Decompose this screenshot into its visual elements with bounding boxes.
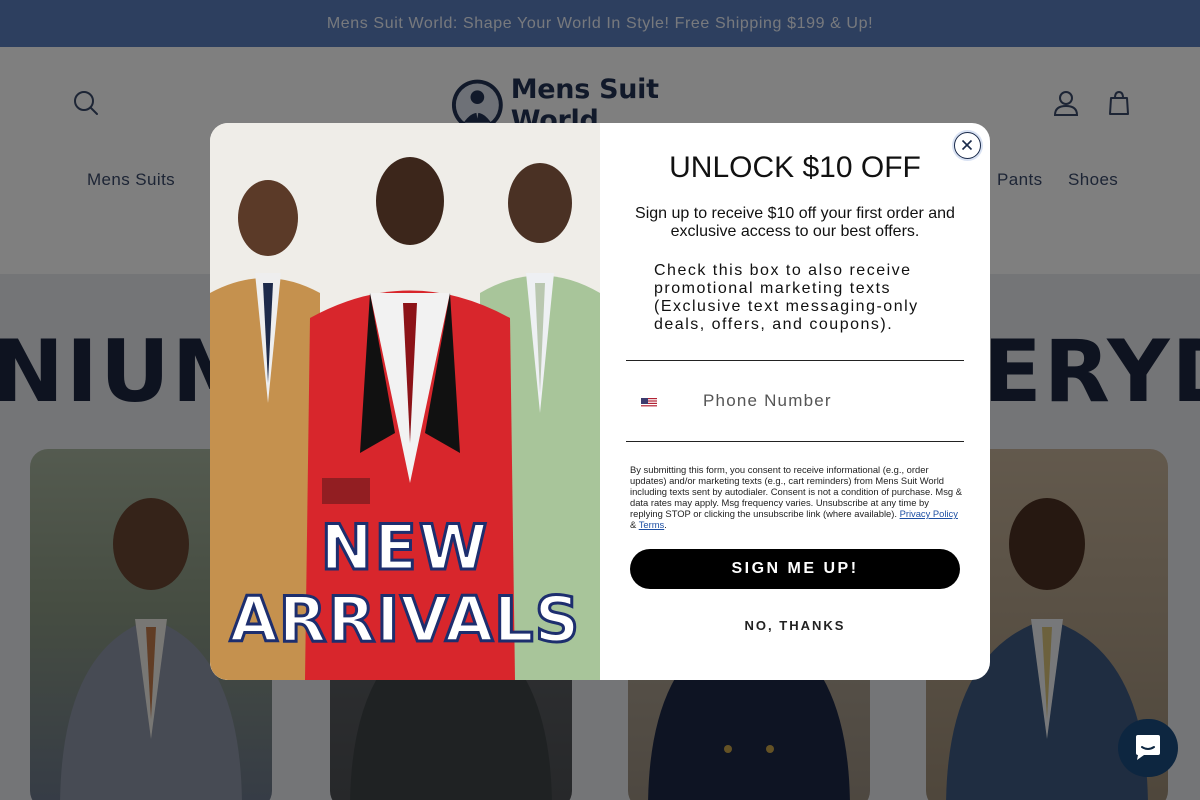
sms-opt-in-label[interactable]: Check this box to also receive promotion…: [654, 262, 954, 334]
sign-me-up-button[interactable]: SIGN ME UP!: [630, 549, 960, 589]
divider: [626, 360, 964, 361]
no-thanks-button[interactable]: NO, THANKS: [630, 618, 960, 640]
promo-text-arrivals: ARRIVALS: [228, 582, 581, 658]
promo-text-new: NEW: [319, 510, 490, 586]
chat-icon: [1136, 735, 1160, 760]
legal-disclaimer: By submitting this form, you consent to …: [630, 464, 962, 530]
legal-period: .: [664, 519, 667, 530]
chat-button[interactable]: [1118, 719, 1178, 777]
promo-image: NEW ARRIVALS: [210, 123, 600, 680]
modal-subtitle: Sign up to receive $10 off your first or…: [635, 205, 955, 240]
terms-link[interactable]: Terms: [639, 519, 665, 530]
divider: [626, 441, 964, 442]
phone-field[interactable]: [626, 385, 964, 417]
legal-amp: &: [630, 519, 637, 530]
us-flag-icon[interactable]: [641, 396, 657, 407]
signup-modal: NEW ARRIVALS UNLOCK $10 OFF Sign up to r…: [210, 123, 990, 680]
modal-title: UNLOCK $10 OFF: [669, 151, 921, 184]
phone-number-input[interactable]: [703, 388, 953, 414]
privacy-policy-link[interactable]: Privacy Policy: [900, 508, 958, 519]
